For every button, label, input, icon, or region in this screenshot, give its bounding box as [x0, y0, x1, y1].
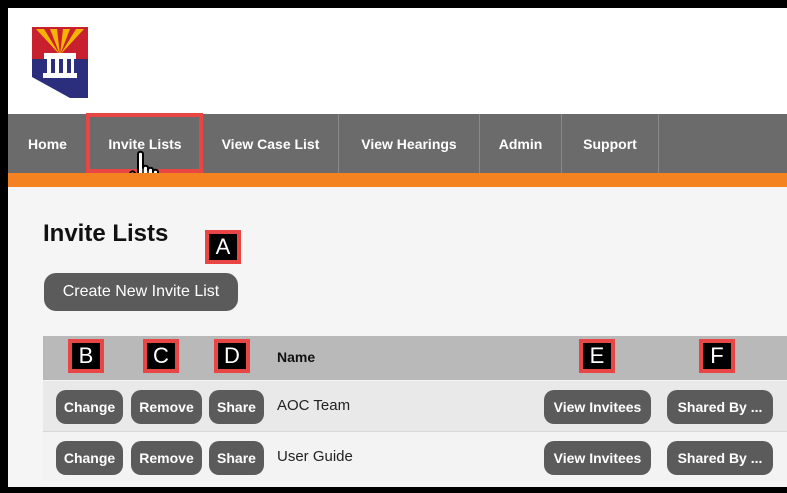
accent-bar [8, 173, 787, 187]
annotation-f: F [699, 339, 735, 373]
nav-admin[interactable]: Admin [480, 114, 562, 173]
remove-button[interactable]: Remove [131, 390, 202, 424]
nav-view-hearings[interactable]: View Hearings [339, 114, 480, 173]
arizona-courts-logo [32, 27, 88, 98]
list-name: User Guide [277, 448, 353, 465]
view-invitees-button[interactable]: View Invitees [544, 441, 651, 475]
list-name: AOC Team [277, 397, 351, 414]
change-button[interactable]: Change [56, 441, 123, 475]
nav-home[interactable]: Home [8, 114, 88, 173]
change-button[interactable]: Change [56, 390, 123, 424]
shared-by-button[interactable]: Shared By ... [667, 441, 773, 475]
nav-support[interactable]: Support [562, 114, 659, 173]
annotation-a: A [205, 230, 241, 264]
column-header-name: Name [277, 349, 316, 365]
remove-button[interactable]: Remove [131, 441, 202, 475]
annotation-e: E [579, 339, 615, 373]
annotation-c: C [143, 339, 179, 373]
share-button[interactable]: Share [209, 390, 264, 424]
annotation-b: B [68, 339, 104, 373]
create-invite-list-button[interactable]: Create New Invite List [44, 273, 238, 311]
view-invitees-button[interactable]: View Invitees [544, 390, 651, 424]
shared-by-button[interactable]: Shared By ... [667, 390, 773, 424]
page-title: Invite Lists [43, 220, 169, 247]
nav-view-case-list[interactable]: View Case List [203, 114, 339, 173]
share-button[interactable]: Share [209, 441, 264, 475]
annotation-d: D [214, 339, 250, 373]
